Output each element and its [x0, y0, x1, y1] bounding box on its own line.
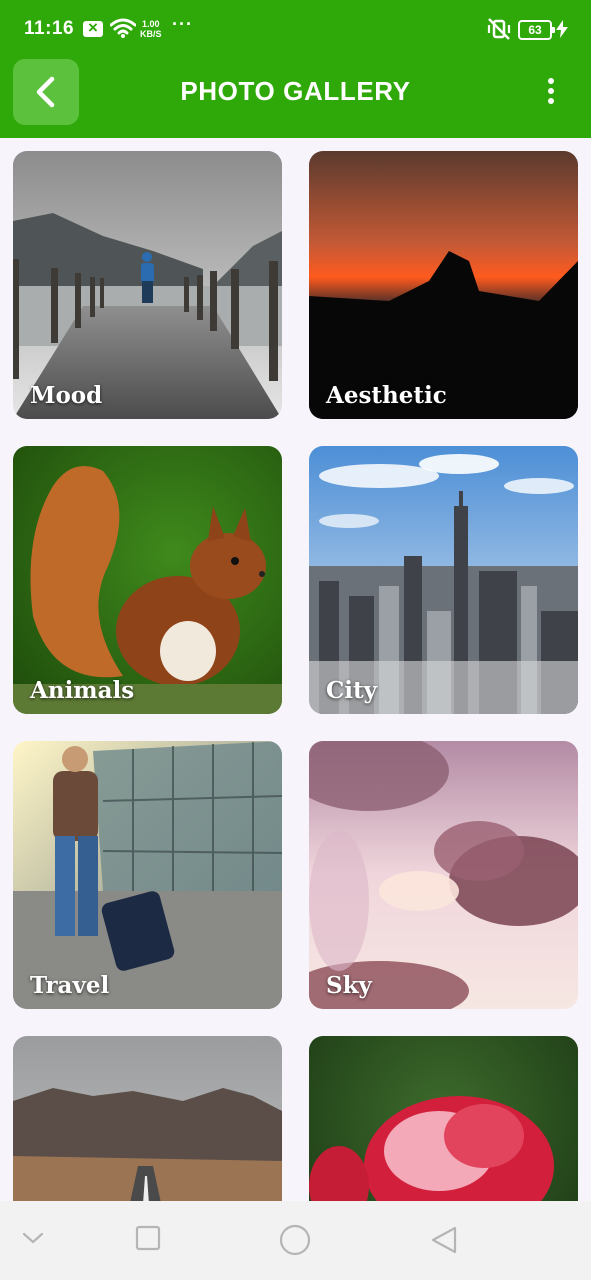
category-card-sky[interactable]: Sky — [309, 741, 578, 1009]
mood-photo — [13, 151, 282, 419]
category-label-aesthetic: Aesthetic — [326, 382, 447, 409]
app-bar: PHOTO GALLERY — [0, 59, 591, 138]
more-vert-icon[interactable] — [536, 78, 566, 108]
status-time: 11:16 — [24, 18, 75, 39]
landscape-photo — [13, 1036, 282, 1201]
chevron-down-icon[interactable] — [22, 1231, 44, 1245]
category-label-city: City — [326, 677, 378, 704]
charging-bolt-icon — [556, 20, 568, 38]
notification-icon — [83, 18, 103, 38]
network-speed: 1.00 KB/S — [140, 19, 162, 39]
category-card-travel[interactable]: Travel — [13, 741, 282, 1009]
vibrate-off-icon — [487, 18, 511, 40]
category-card-flowers[interactable] — [309, 1036, 578, 1201]
page-title: PHOTO GALLERY — [180, 76, 411, 106]
back-triangle-icon[interactable] — [430, 1225, 458, 1255]
category-label-mood: Mood — [30, 382, 103, 409]
home-circle-icon[interactable] — [279, 1224, 311, 1256]
recents-square-icon[interactable] — [135, 1225, 161, 1251]
category-label-sky: Sky — [326, 972, 372, 999]
network-speed-unit: KB/S — [140, 29, 162, 39]
network-speed-value: 1.00 — [141, 19, 160, 29]
category-grid: Mood Aesthetic Animals City Travel Sky — [0, 138, 591, 1201]
category-card-aesthetic[interactable]: Aesthetic — [309, 151, 578, 419]
status-bar: 11:16 1.00 KB/S ··· 63 — [0, 0, 591, 60]
travel-photo — [13, 741, 282, 1009]
category-card-city[interactable]: City — [309, 446, 578, 714]
flowers-photo — [309, 1036, 578, 1201]
system-nav-bar — [0, 1201, 591, 1280]
category-label-animals: Animals — [30, 677, 135, 704]
city-photo — [309, 446, 578, 714]
aesthetic-photo — [309, 151, 578, 419]
battery-indicator: 63 — [518, 20, 555, 40]
animals-photo — [13, 446, 282, 714]
category-card-mood[interactable]: Mood — [13, 151, 282, 419]
category-card-animals[interactable]: Animals — [13, 446, 282, 714]
sky-photo — [309, 741, 578, 1009]
wifi-icon — [110, 18, 136, 38]
category-card-landscape[interactable] — [13, 1036, 282, 1201]
more-notifications-icon: ··· — [172, 14, 193, 34]
category-label-travel: Travel — [30, 972, 110, 999]
